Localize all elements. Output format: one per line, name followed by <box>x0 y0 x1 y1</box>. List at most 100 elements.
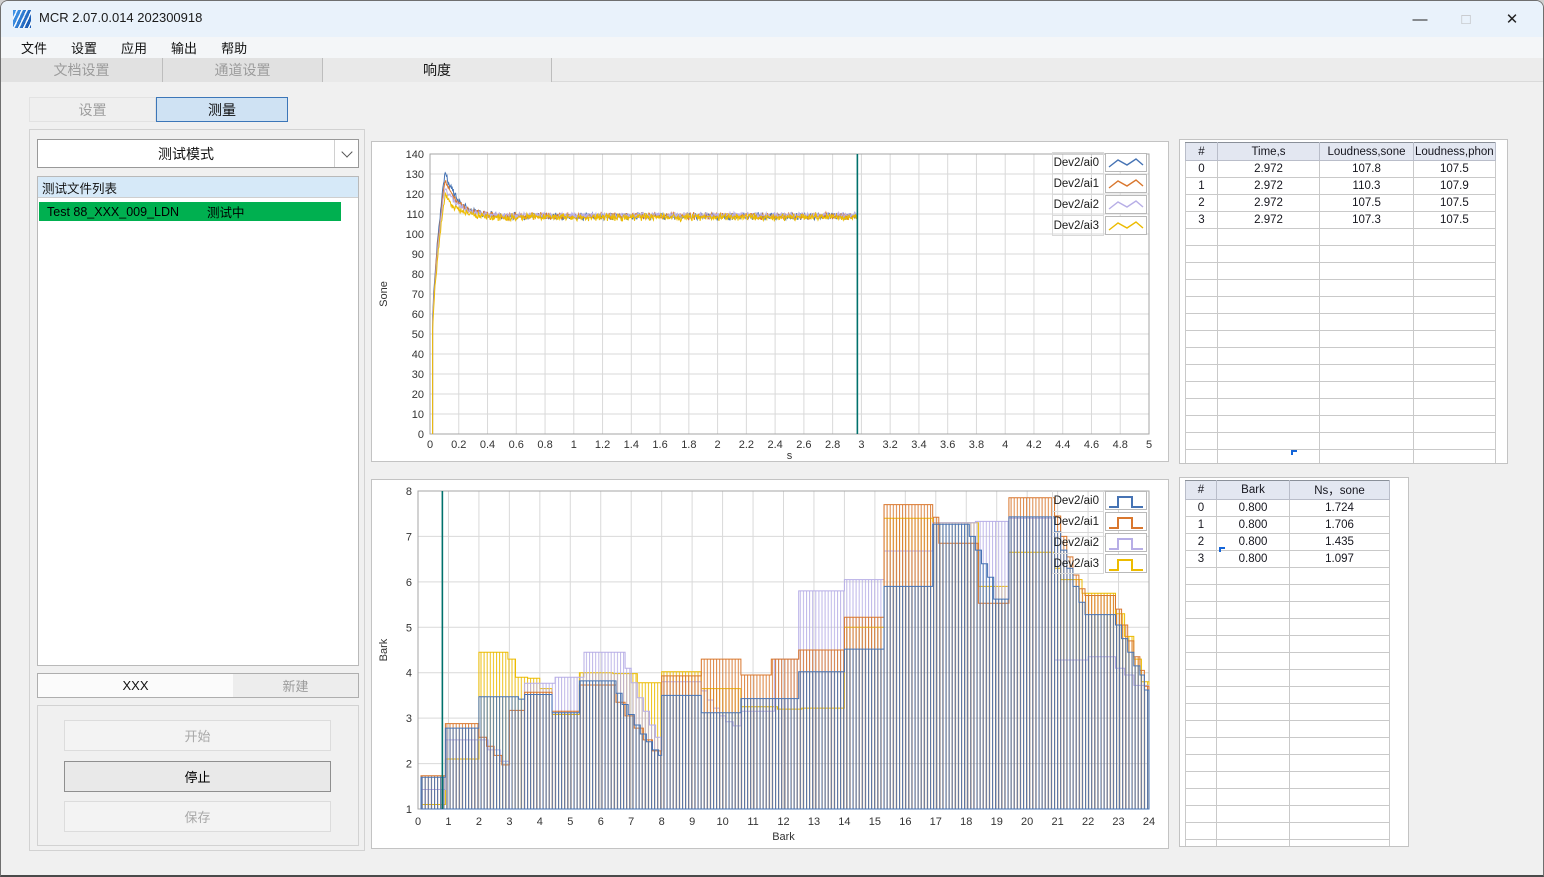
table-row <box>1185 754 1390 772</box>
list-item[interactable]: Test 88_XXX_009_LDN 测试中 <box>39 202 341 221</box>
svg-text:60: 60 <box>412 309 424 321</box>
table-row[interactable]: 0 0.800 1.724 <box>1185 499 1390 517</box>
table-cell <box>1185 262 1218 280</box>
table-cell <box>1413 415 1496 433</box>
table-row[interactable]: 3 0.800 1.097 <box>1185 550 1390 568</box>
subtab-settings-button[interactable]: 设置 <box>29 97 156 122</box>
svg-text:100: 100 <box>406 229 424 241</box>
legend-item: Dev2/ai1 <box>1052 173 1148 194</box>
table-cell <box>1289 686 1390 704</box>
table-row[interactable]: 2 0.800 1.435 <box>1185 533 1390 551</box>
svg-text:140: 140 <box>406 149 424 161</box>
table-cell <box>1216 584 1290 602</box>
table-cell: 0 <box>1185 499 1217 517</box>
table-row <box>1185 415 1496 433</box>
table-cell <box>1217 449 1320 463</box>
table-row[interactable]: 3 2.972 107.3 107.5 <box>1185 211 1496 229</box>
table-cell <box>1413 262 1496 280</box>
svg-text:2: 2 <box>715 439 721 451</box>
table-cell <box>1216 839 1290 846</box>
start-button[interactable]: 开始 <box>64 720 331 751</box>
table-cell <box>1185 381 1218 399</box>
specific-loudness-chart-canvas[interactable]: 0 1 2 3 4 5 6 7 8 9 10 11 12 13 14 15 16 17 18 19 20 21 22 23 24… <box>372 480 1168 848</box>
svg-text:12: 12 <box>777 816 789 828</box>
table-cell <box>1319 228 1414 246</box>
table-cell <box>1217 245 1320 263</box>
table-cell: 1.724 <box>1289 499 1390 517</box>
table-cell <box>1185 669 1217 687</box>
table-cell <box>1185 805 1217 823</box>
table-row <box>1185 398 1496 416</box>
menu-item[interactable]: 应用 <box>109 36 159 59</box>
table-cell <box>1289 635 1390 653</box>
menu-item[interactable]: 输出 <box>159 36 209 59</box>
svg-text:7: 7 <box>406 531 412 543</box>
table-row[interactable]: 2 2.972 107.5 107.5 <box>1185 194 1496 212</box>
menu-item[interactable]: 设置 <box>59 36 109 59</box>
table-cell <box>1289 771 1390 789</box>
table-cell <box>1185 635 1217 653</box>
table-row[interactable]: 1 2.972 110.3 107.9 <box>1185 177 1496 195</box>
svg-text:Bark: Bark <box>378 638 390 661</box>
maximize-button[interactable]: □ <box>1443 1 1489 37</box>
table-cursor-mark <box>1291 450 1297 455</box>
test-mode-value: 测试模式 <box>158 145 214 162</box>
save-button[interactable]: 保存 <box>64 801 331 832</box>
legend-label: Dev2/ai2 <box>1052 532 1104 553</box>
tab-document-settings[interactable]: 文档设置 <box>1 58 163 82</box>
table-row <box>1185 720 1390 738</box>
table-cell <box>1319 364 1414 382</box>
table-cell <box>1289 618 1390 636</box>
stop-button[interactable]: 停止 <box>64 761 331 792</box>
svg-text:10: 10 <box>412 409 424 421</box>
svg-text:50: 50 <box>412 329 424 341</box>
test-mode-select[interactable]: 测试模式 <box>37 139 359 168</box>
new-button[interactable]: 新建 <box>233 673 359 698</box>
table-cell: 107.8 <box>1319 160 1414 178</box>
table-row <box>1185 262 1496 280</box>
svg-text:40: 40 <box>412 349 424 361</box>
loudness-time-chart-canvas[interactable]: 0 0.2 0.4 0.6 0.8 1 1.2 1.4 1.6 1.8 2 2.2 2.4 2.6 2.8 3… <box>372 142 1168 462</box>
table-cell <box>1185 686 1217 704</box>
table-cell <box>1289 805 1390 823</box>
combo-arrow-button[interactable] <box>334 140 358 167</box>
table-cell <box>1185 364 1218 382</box>
svg-text:3: 3 <box>858 439 864 451</box>
legend-label: Dev2/ai0 <box>1052 152 1104 173</box>
table-cell <box>1217 313 1320 331</box>
svg-text:9: 9 <box>689 816 695 828</box>
table-row[interactable]: 0 2.972 107.8 107.5 <box>1185 160 1496 178</box>
list-item-status: 测试中 <box>207 206 245 220</box>
table-cell <box>1413 330 1496 348</box>
table-cell: 0 <box>1185 160 1218 178</box>
table-cell <box>1217 381 1320 399</box>
menu-item[interactable]: 帮助 <box>209 36 259 59</box>
table-row[interactable]: 1 0.800 1.706 <box>1185 516 1390 534</box>
table-cell <box>1185 822 1217 840</box>
tab-channel-settings[interactable]: 通道设置 <box>163 58 323 82</box>
xxx-button[interactable]: XXX <box>37 673 234 698</box>
legend-item: Dev2/ai3 <box>1052 215 1148 236</box>
table-row <box>1185 432 1496 450</box>
svg-text:17: 17 <box>930 816 942 828</box>
svg-text:19: 19 <box>991 816 1003 828</box>
svg-text:1: 1 <box>406 804 412 816</box>
table-row <box>1185 296 1496 314</box>
menu-bar: 文件 设置 应用 输出 帮助 <box>1 37 1543 58</box>
table-cell: 110.3 <box>1319 177 1414 195</box>
window-title: MCR 2.07.0.014 202300918 <box>39 10 203 25</box>
svg-text:21: 21 <box>1052 816 1064 828</box>
menu-item[interactable]: 文件 <box>9 36 59 59</box>
table-row <box>1185 618 1390 636</box>
table-cell <box>1289 822 1390 840</box>
close-button[interactable]: ✕ <box>1489 1 1535 37</box>
table-cell <box>1216 601 1290 619</box>
svg-text:1.6: 1.6 <box>652 439 667 451</box>
legend-histogram-icon <box>1105 512 1147 531</box>
tab-loudness[interactable]: 响度 <box>323 58 552 82</box>
legend-line-icon <box>1105 216 1147 235</box>
subtab-measure-button[interactable]: 测量 <box>156 97 288 122</box>
specific-loudness-table: # Bark Ns，sone 0 0.800 1.724 1 0.800 1.706 2 0.800… <box>1185 480 1390 846</box>
minimize-button[interactable]: — <box>1397 1 1443 37</box>
table-row <box>1185 228 1496 246</box>
